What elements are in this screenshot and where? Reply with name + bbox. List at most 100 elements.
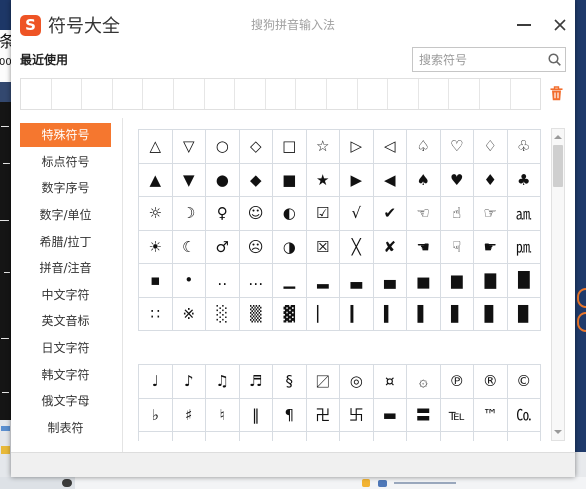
symbol-cell[interactable]: ◆ — [239, 163, 273, 197]
symbol-cell[interactable]: ♯ — [172, 398, 206, 432]
symbol-cell[interactable]: ▃ — [340, 264, 374, 298]
symbol-cell[interactable]: ▲ — [139, 163, 173, 197]
vertical-scrollbar[interactable] — [551, 128, 565, 441]
symbol-cell[interactable] — [307, 432, 340, 441]
symbol-cell[interactable]: ☝ — [440, 197, 474, 231]
recent-symbol-slot[interactable] — [388, 79, 419, 109]
recent-symbol-slot[interactable] — [82, 79, 113, 109]
symbol-cell[interactable]: ✔ — [373, 197, 407, 231]
symbol-cell[interactable]: ♦ — [474, 163, 508, 197]
symbol-cell[interactable]: ☾ — [172, 230, 206, 264]
symbol-cell[interactable]: ♬ — [239, 365, 273, 399]
category-item-special-symbols[interactable]: 特殊符号 — [20, 122, 111, 149]
category-item-russian-letters[interactable]: 俄文字母 — [20, 388, 111, 415]
symbol-cell[interactable] — [407, 432, 441, 441]
minimize-button[interactable] — [514, 16, 534, 34]
symbol-cell[interactable]: ‖ — [239, 398, 273, 432]
symbol-cell[interactable]: ☑ — [306, 197, 340, 231]
category-item-chinese-characters[interactable]: 中文字符 — [20, 282, 111, 309]
symbol-cell[interactable] — [374, 432, 407, 441]
symbol-cell[interactable]: ▇ — [474, 264, 508, 298]
symbol-cell[interactable] — [273, 432, 307, 441]
symbol-cell[interactable]: ▆ — [440, 264, 474, 298]
recent-symbol-slot[interactable] — [21, 79, 52, 109]
symbol-cell[interactable]: ▉ — [507, 297, 541, 331]
recent-symbol-slot[interactable] — [174, 79, 205, 109]
category-item-pinyin-zhuyin[interactable]: 拼音/注音 — [20, 255, 111, 282]
symbol-cell[interactable]: ♧ — [507, 130, 541, 164]
symbol-cell[interactable]: ¤ — [373, 365, 407, 399]
symbol-cell[interactable]: ▶ — [340, 163, 374, 197]
symbol-cell[interactable]: ▒ — [239, 297, 273, 331]
search-box[interactable] — [412, 47, 566, 72]
symbol-cell[interactable] — [340, 432, 374, 441]
symbol-cell[interactable]: ♩ — [139, 365, 173, 399]
recent-symbol-slot[interactable] — [358, 79, 389, 109]
symbol-cell[interactable]: 卐 — [340, 398, 374, 432]
search-icon[interactable] — [548, 53, 561, 66]
symbol-cell[interactable]: ▪ — [139, 264, 173, 298]
symbol-cell[interactable]: ♂ — [206, 230, 240, 264]
symbol-cell[interactable]: ℡ — [440, 398, 474, 432]
symbol-cell[interactable]: 〼 — [306, 365, 340, 399]
recent-symbol-slot[interactable] — [52, 79, 83, 109]
symbol-cell[interactable]: ® — [474, 365, 508, 399]
symbol-cell[interactable] — [206, 432, 240, 441]
symbol-cell[interactable]: ▂ — [306, 264, 340, 298]
recent-symbol-slot[interactable] — [143, 79, 174, 109]
recent-symbol-slot[interactable] — [419, 79, 450, 109]
symbol-cell[interactable]: □ — [273, 130, 307, 164]
symbol-cell[interactable]: ℗ — [440, 365, 474, 399]
symbol-cell[interactable]: ☒ — [306, 230, 340, 264]
symbol-cell[interactable]: ◐ — [273, 197, 307, 231]
symbol-cell[interactable]: ♭ — [139, 398, 173, 432]
symbol-cell[interactable]: ▏ — [306, 297, 340, 331]
symbol-cell[interactable] — [173, 432, 206, 441]
clear-recent-button[interactable] — [550, 86, 563, 101]
category-item-box-drawing[interactable]: 制表符 — [20, 415, 111, 442]
recent-symbol-slot[interactable] — [511, 79, 541, 109]
symbol-cell[interactable]: ● — [206, 163, 240, 197]
symbol-cell[interactable]: ✘ — [373, 230, 407, 264]
search-input[interactable] — [413, 48, 541, 71]
symbol-cell[interactable]: ▎ — [340, 297, 374, 331]
symbol-cell[interactable]: ۞ — [407, 365, 441, 399]
symbol-cell[interactable]: ▽ — [172, 130, 206, 164]
symbol-cell[interactable]: ♡ — [440, 130, 474, 164]
category-item-greek-latin[interactable]: 希腊/拉丁 — [20, 228, 111, 255]
symbol-cell[interactable]: △ — [139, 130, 173, 164]
symbol-cell[interactable] — [474, 432, 508, 441]
symbol-cell[interactable]: ‥ — [206, 264, 240, 298]
symbol-cell[interactable] — [441, 432, 474, 441]
symbol-cell[interactable] — [508, 432, 541, 441]
symbol-cell[interactable]: ▬ — [373, 398, 407, 432]
symbol-cell[interactable]: ∷ — [139, 297, 173, 331]
symbol-cell[interactable]: ★ — [306, 163, 340, 197]
symbol-cell[interactable]: ▊ — [474, 297, 508, 331]
symbol-cell[interactable]: ◎ — [340, 365, 374, 399]
symbol-cell[interactable] — [240, 432, 273, 441]
category-item-english-phonetics[interactable]: 英文音标 — [20, 308, 111, 335]
symbol-cell[interactable]: ♫ — [206, 365, 240, 399]
symbol-cell[interactable]: ☽ — [172, 197, 206, 231]
symbol-cell[interactable]: ▼ — [172, 163, 206, 197]
symbol-cell[interactable]: ※ — [172, 297, 206, 331]
symbol-cell[interactable]: ○ — [206, 130, 240, 164]
symbol-cell[interactable]: ☀ — [139, 230, 173, 264]
symbol-cell[interactable]: ♤ — [407, 130, 441, 164]
symbol-cell[interactable]: ☚ — [407, 230, 441, 264]
recent-symbol-slot[interactable] — [296, 79, 327, 109]
symbol-cell[interactable]: ▓ — [273, 297, 307, 331]
symbol-cell[interactable]: 卍 — [306, 398, 340, 432]
symbol-cell[interactable]: █ — [507, 264, 541, 298]
symbol-cell[interactable]: ¶ — [273, 398, 307, 432]
symbol-cell[interactable]: ◀ — [373, 163, 407, 197]
symbol-cell[interactable]: ♠ — [407, 163, 441, 197]
scrollbar-thumb[interactable] — [553, 145, 563, 187]
recent-symbol-slot[interactable] — [266, 79, 297, 109]
symbol-cell[interactable]: ☟ — [440, 230, 474, 264]
symbol-cell[interactable]: ░ — [206, 297, 240, 331]
symbol-cell[interactable]: ▁ — [273, 264, 307, 298]
symbol-cell[interactable]: ▷ — [340, 130, 374, 164]
symbol-cell[interactable]: ▍ — [373, 297, 407, 331]
